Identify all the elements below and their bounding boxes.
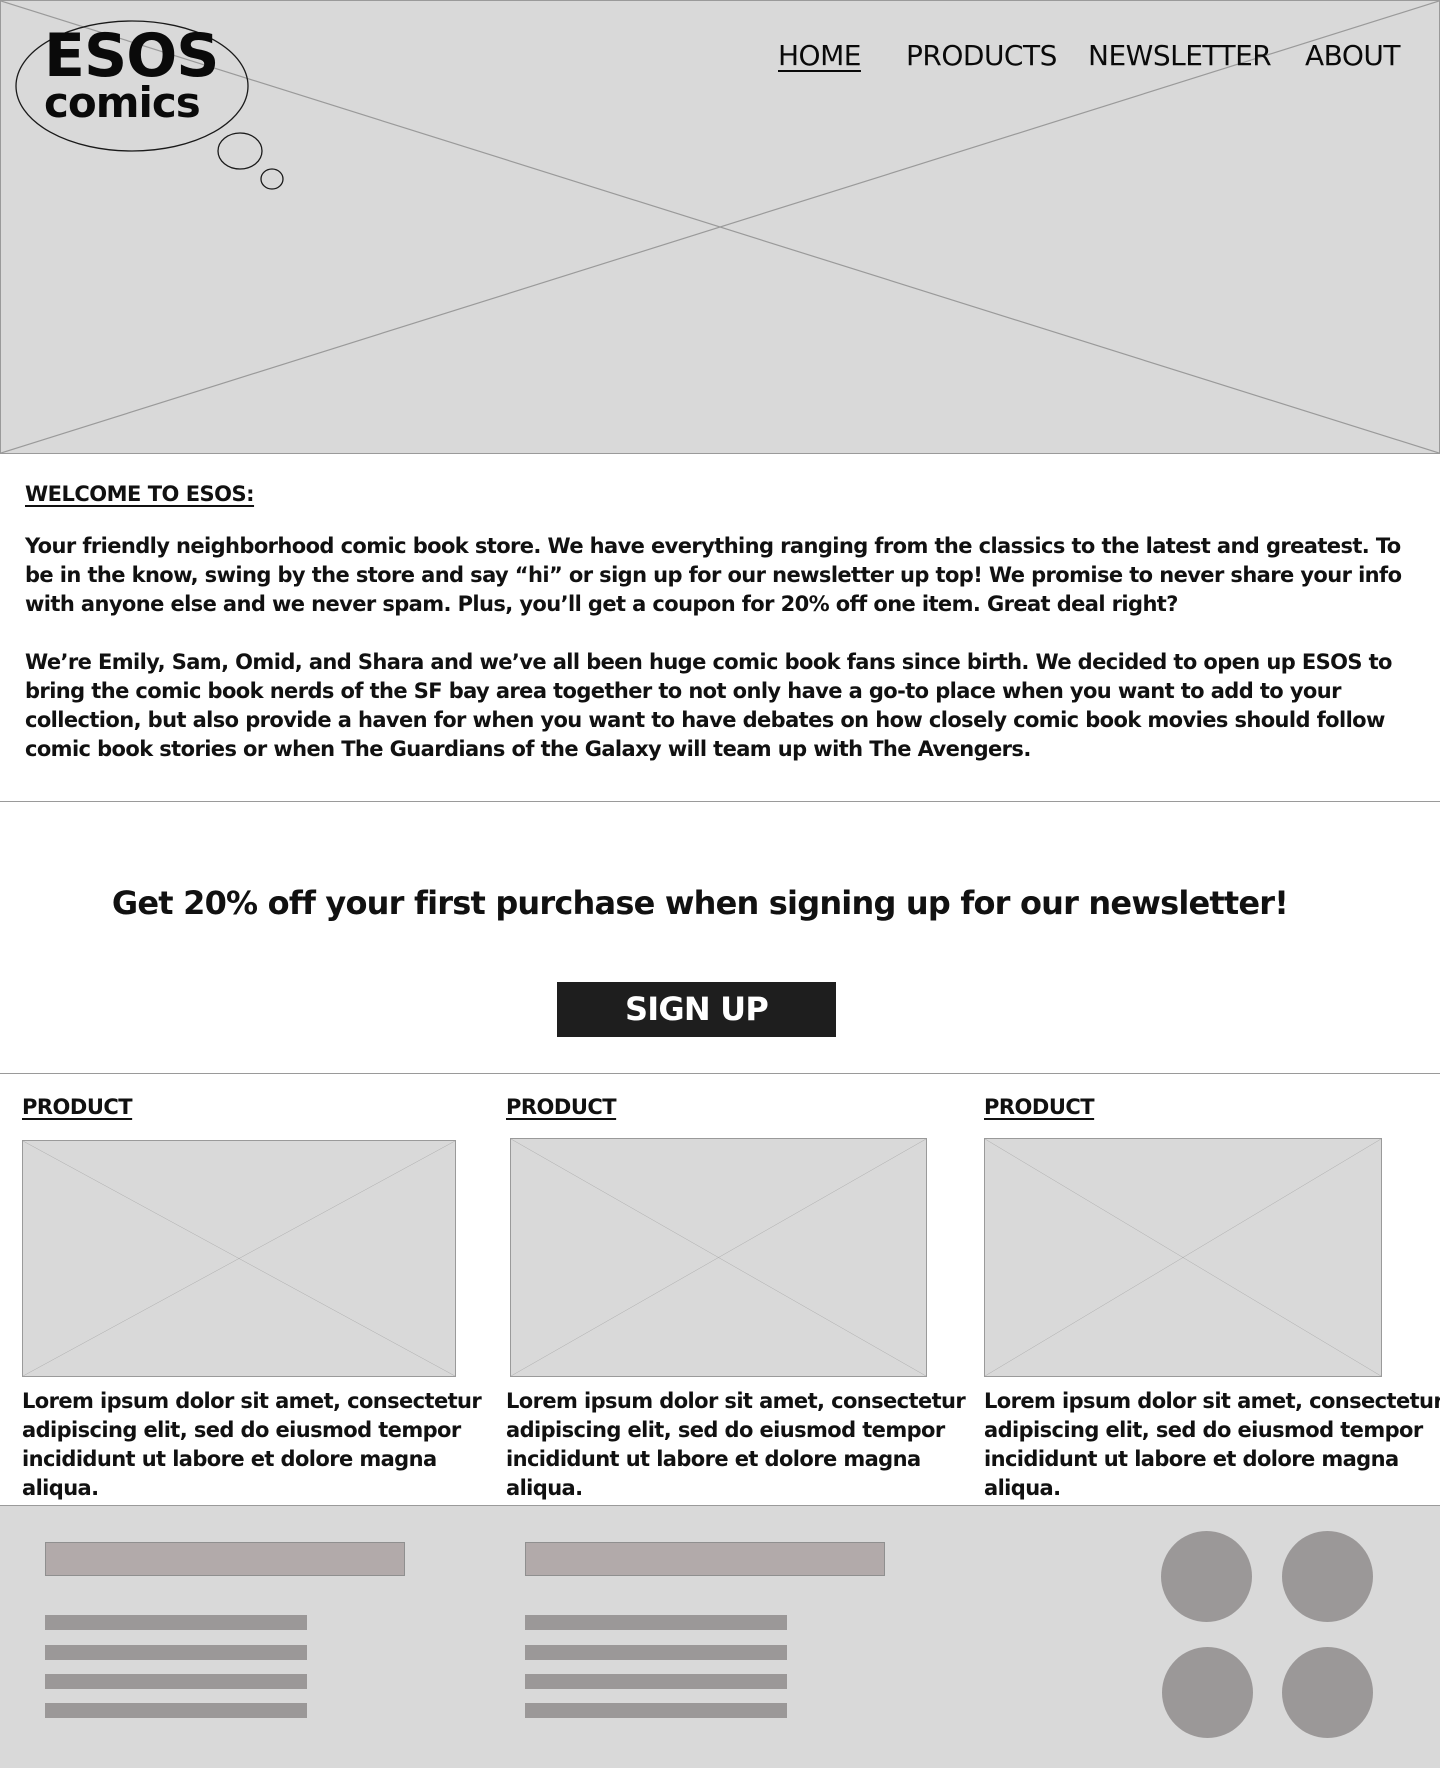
product-description: Lorem ipsum dolor sit amet, consectetur … [984,1389,1440,1500]
footer-link-placeholder[interactable] [525,1645,787,1660]
nav-newsletter-link[interactable]: NEWSLETTER [1088,36,1272,76]
social-icon-placeholder[interactable] [1282,1531,1373,1622]
footer-link-placeholder[interactable] [45,1615,307,1630]
product-title[interactable]: PRODUCT [984,1095,1095,1119]
product-title[interactable]: PRODUCT [506,1095,617,1119]
product-image-placeholder[interactable] [984,1138,1382,1377]
footer-heading-placeholder [525,1542,885,1576]
about-paragraph: We’re Emily, Sam, Omid, and Shara and we… [25,650,1392,761]
section-divider [0,801,1440,802]
image-placeholder-icon [985,1139,1381,1376]
welcome-paragraph: Your friendly neighborhood comic book st… [25,534,1402,616]
footer-link-placeholder[interactable] [45,1674,307,1689]
footer-link-placeholder[interactable] [45,1703,307,1718]
product-image-placeholder[interactable] [510,1138,927,1377]
product-description: Lorem ipsum dolor sit amet, consectetur … [506,1389,966,1500]
product-title[interactable]: PRODUCT [22,1095,133,1119]
nav-about-link[interactable]: ABOUT [1305,36,1401,76]
nav-products-link[interactable]: PRODUCTS [906,36,1057,76]
footer-link-placeholder[interactable] [525,1703,787,1718]
newsletter-promo-text: Get 20% off your first purchase when sig… [111,884,1289,922]
footer-link-placeholder[interactable] [45,1645,307,1660]
sign-up-button[interactable]: SIGN UP [557,982,836,1037]
logo-subtitle[interactable]: comics [44,80,201,126]
footer-link-placeholder[interactable] [525,1674,787,1689]
product-description: Lorem ipsum dolor sit amet, consectetur … [22,1389,482,1500]
welcome-heading: WELCOME TO ESOS: [25,482,255,506]
product-image-placeholder[interactable] [22,1140,456,1377]
social-icon-placeholder[interactable] [1161,1531,1252,1622]
social-icon-placeholder[interactable] [1162,1647,1253,1738]
footer-link-placeholder[interactable] [525,1615,787,1630]
image-placeholder-icon [511,1139,926,1376]
social-icon-placeholder[interactable] [1282,1647,1373,1738]
footer-heading-placeholder [45,1542,405,1576]
image-placeholder-icon [23,1141,455,1376]
section-divider [0,1073,1440,1074]
nav-home-link[interactable]: HOME [778,36,861,76]
